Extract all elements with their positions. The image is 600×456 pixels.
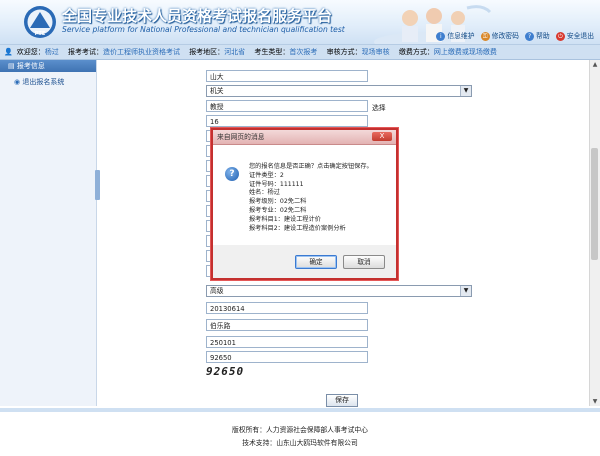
dialog-line: 报考级别：02免二科: [249, 198, 307, 206]
dialog-line: 报考科目2：建设工程造价案例分析: [249, 224, 346, 232]
dialog-footer: 确定 取消: [213, 245, 396, 278]
text-field[interactable]: 伯乐路: [206, 319, 368, 331]
help-icon: ?: [525, 31, 535, 41]
ok-button[interactable]: 确定: [295, 255, 337, 269]
logo-icon: PTE: [24, 6, 56, 38]
info-link[interactable]: i 信息维护: [436, 30, 475, 41]
page-footer: 版权所有：人力资源社会保障部人事考试中心 技术支持：山东山大鸥玛软件有限公司: [0, 408, 600, 456]
info-value: 网上缴费或现场缴费: [433, 48, 497, 56]
select-field[interactable]: 机关 ▼: [206, 85, 472, 97]
text-field[interactable]: 山大: [206, 70, 368, 82]
info-value: 首次报考: [289, 48, 318, 56]
logo-text: PTE: [35, 31, 46, 37]
form-row: 工作单位*：山大: [100, 69, 588, 85]
text-field[interactable]: 92650: [206, 351, 368, 363]
dialog-line: 报考专业：02免二科: [249, 206, 307, 214]
form-row: 单位性质*：机关▼: [100, 84, 588, 100]
sidebar-item-exit[interactable]: ◉ 退出报名系统: [0, 76, 96, 88]
form-row: 专业职称*：高级▼: [100, 284, 588, 300]
cancel-button[interactable]: 取消: [343, 255, 385, 269]
page-header: PTE 全国专业技术人员资格考试报名服务平台 Service platform …: [0, 0, 600, 45]
chevron-down-icon[interactable]: ▼: [460, 286, 471, 296]
user-icon: 👤: [4, 48, 13, 56]
select-value: 高级: [210, 287, 224, 295]
footer-support: 技术支持：山东山大鸥玛软件有限公司: [242, 439, 358, 447]
info-key: 审核方式：: [326, 48, 362, 56]
form-row: 专业技术职务：教授选择: [100, 99, 588, 115]
scroll-up-icon[interactable]: ▲: [590, 60, 600, 69]
info-value: 河北省: [224, 48, 246, 56]
sidebar-header: ▤ 报考信息: [0, 60, 96, 72]
info-key: 欢迎您：: [16, 48, 45, 56]
footer-copyright: 版权所有：人力资源社会保障部人事考试中心: [232, 426, 368, 434]
logout-link[interactable]: ⏻ 安全退出: [555, 30, 594, 41]
captcha-image[interactable]: 92650: [206, 365, 244, 378]
scroll-thumb[interactable]: [591, 148, 598, 260]
form-row: 专业技术职务聘任日期：20130614: [100, 301, 588, 317]
help-link[interactable]: ? 帮助: [525, 30, 550, 41]
dialog-line: 证件类型：2: [249, 171, 284, 179]
dialog-title: 来自网页的消息: [213, 130, 396, 145]
select-link[interactable]: 选择: [372, 102, 386, 112]
info-icon: i: [436, 31, 446, 41]
form-row: 邮政编码*：250101: [100, 335, 588, 351]
sidebar: ▤ 报考信息 ◉ 退出报名系统: [0, 60, 97, 406]
key-icon: ⚿: [480, 31, 490, 41]
save-button[interactable]: 保存: [326, 394, 358, 407]
dialog-line: 姓名：杨过: [249, 189, 280, 197]
list-icon: ▤: [8, 62, 17, 70]
change-password-link[interactable]: ⚿ 修改密码: [480, 30, 519, 41]
select-field[interactable]: 高级 ▼: [206, 285, 472, 297]
dialog-line: 报考科目1：建设工程计价: [249, 215, 321, 223]
info-value: 杨过: [44, 48, 59, 56]
info-key: 缴费方式：: [398, 48, 434, 56]
dialog-body: ? 您的报名信息是否正确？点击确定按钮保存。 证件类型：2 证件号码：11111…: [213, 145, 396, 245]
close-icon[interactable]: X: [372, 132, 392, 141]
logout-icon: ⏻: [555, 31, 565, 41]
info-key: 报考考试：: [67, 48, 103, 56]
select-value: 机关: [210, 87, 224, 95]
chevron-down-icon[interactable]: ▼: [460, 86, 471, 96]
page-scrollbar[interactable]: ▲ ▼: [589, 60, 600, 406]
info-value: 造价工程师执业资格考试: [102, 48, 180, 56]
page-title: 全国专业技术人员资格考试报名服务平台: [62, 7, 333, 25]
top-links: i 信息维护 ⚿ 修改密码 ? 帮助 ⏻ 安全退出: [432, 30, 594, 41]
form-row: 通讯地址*：伯乐路: [100, 318, 588, 334]
question-icon: ?: [225, 167, 239, 181]
confirm-dialog: 来自网页的消息 X ? 您的报名信息是否正确？点击确定按钮保存。 证件类型：2 …: [211, 128, 398, 280]
info-value: 现场审核: [361, 48, 390, 56]
info-bar: 👤 欢迎您：杨过 报考考试：造价工程师执业资格考试 报考地区：河北省 考生类型：首…: [0, 45, 600, 60]
text-field[interactable]: 250101: [206, 336, 368, 348]
dialog-message: 您的报名信息是否正确？点击确定按钮保存。 证件类型：2 证件号码：111111 …: [249, 163, 373, 233]
text-field[interactable]: 16: [206, 115, 368, 127]
dialog-line: 您的报名信息是否正确？点击确定按钮保存。: [249, 163, 373, 170]
page-subtitle: Service platform for National Profession…: [62, 25, 345, 34]
text-field[interactable]: 教授: [206, 100, 368, 112]
form-row: 92650: [100, 363, 588, 379]
info-key: 考生类型：: [254, 48, 290, 56]
info-key: 报考地区：: [189, 48, 225, 56]
text-field[interactable]: 20130614: [206, 302, 368, 314]
scroll-down-icon[interactable]: ▼: [590, 397, 600, 406]
